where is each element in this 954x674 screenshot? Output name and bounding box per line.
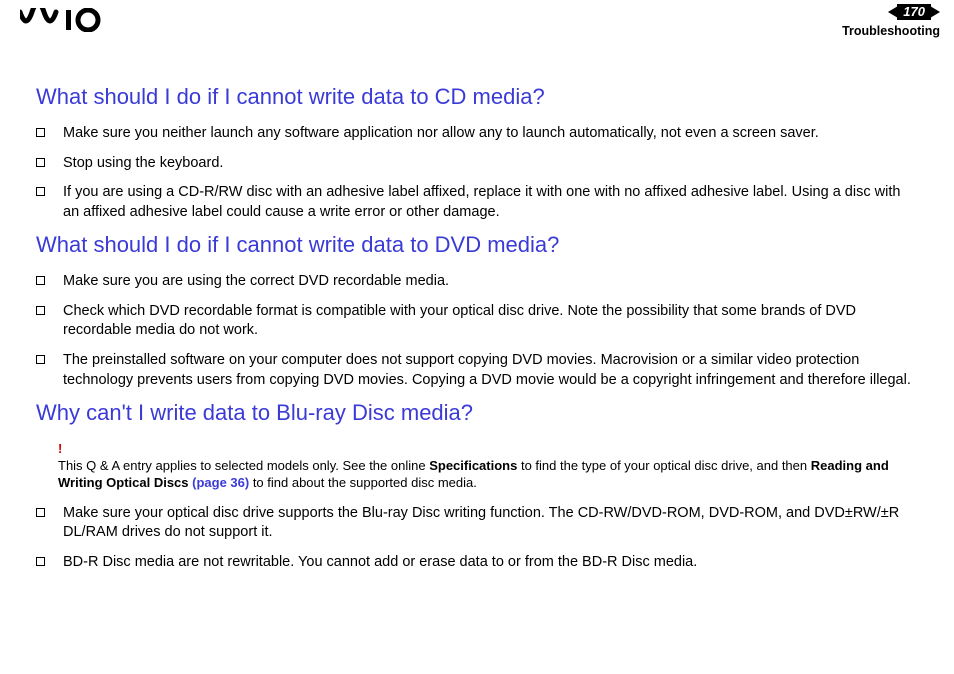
question-heading-bluray: Why can't I write data to Blu-ray Disc m… [36,400,918,426]
next-page-arrow-icon[interactable] [930,6,940,18]
list-item-text: Make sure your optical disc drive suppor… [63,504,918,543]
list-item: If you are using a CD-R/RW disc with an … [36,183,918,222]
header-right: 170 Troubleshooting [842,4,940,38]
list-item: Make sure you neither launch any softwar… [36,124,918,144]
bullet-icon [36,276,45,285]
bullet-icon [36,557,45,566]
question-heading-dvd: What should I do if I cannot write data … [36,232,918,258]
note-block: ! This Q & A entry applies to selected m… [58,440,918,492]
page-link-36[interactable]: (page 36) [192,475,249,490]
note-bold-specifications: Specifications [429,458,517,473]
answer-list-bluray: Make sure your optical disc drive suppor… [36,504,918,573]
bullet-icon [36,158,45,167]
bullet-icon [36,355,45,364]
answer-list-dvd: Make sure you are using the correct DVD … [36,272,918,390]
list-item-text: The preinstalled software on your comput… [63,351,918,390]
list-item-text: BD-R Disc media are not rewritable. You … [63,553,918,573]
list-item: The preinstalled software on your comput… [36,351,918,390]
note-text-post: to find about the supported disc media. [249,475,477,490]
list-item: Make sure your optical disc drive suppor… [36,504,918,543]
list-item: Make sure you are using the correct DVD … [36,272,918,292]
list-item: Stop using the keyboard. [36,154,918,174]
content-area: What should I do if I cannot write data … [0,44,954,572]
bullet-icon [36,128,45,137]
page-header: 170 Troubleshooting [0,0,954,44]
list-item: BD-R Disc media are not rewritable. You … [36,553,918,573]
bullet-icon [36,306,45,315]
note-text-pre: This Q & A entry applies to selected mod… [58,458,429,473]
list-item: Check which DVD recordable format is com… [36,302,918,341]
vaio-logo [20,8,116,32]
question-heading-cd: What should I do if I cannot write data … [36,84,918,110]
answer-list-cd: Make sure you neither launch any softwar… [36,124,918,222]
note-text-mid: to find the type of your optical disc dr… [517,458,810,473]
bullet-icon [36,508,45,517]
list-item-text: If you are using a CD-R/RW disc with an … [63,183,918,222]
list-item-text: Make sure you are using the correct DVD … [63,272,918,292]
page-container: 170 Troubleshooting What should I do if … [0,0,954,674]
page-number: 170 [897,4,931,20]
list-item-text: Stop using the keyboard. [63,154,918,174]
bullet-icon [36,187,45,196]
list-item-text: Check which DVD recordable format is com… [63,302,918,341]
section-label: Troubleshooting [842,24,940,38]
page-nav: 170 [842,4,940,20]
list-item-text: Make sure you neither launch any softwar… [63,124,918,144]
alert-icon: ! [58,440,918,458]
